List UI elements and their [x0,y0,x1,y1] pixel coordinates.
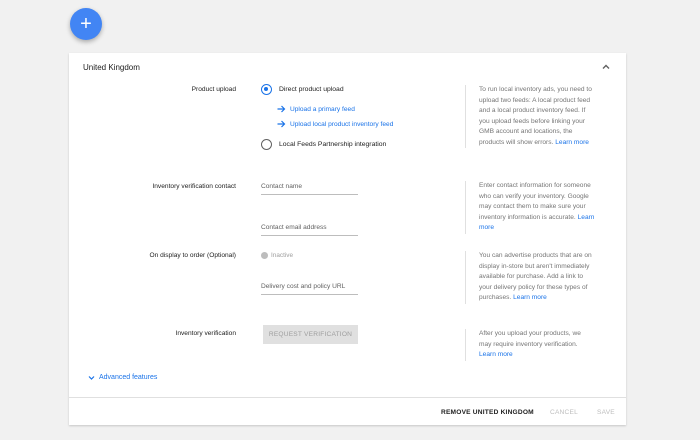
learn-more-link[interactable]: Learn more [555,139,589,146]
upload-inventory-feed-link[interactable]: Upload local product inventory feed [277,120,393,128]
inventory-verification-help-text: After you upload your products, we may r… [479,330,581,348]
inventory-contact-help-text: Enter contact information for someone wh… [479,182,591,221]
display-to-order-toggle[interactable]: Inactive [261,252,293,259]
arrow-right-icon [277,105,286,113]
cancel-button[interactable]: CANCEL [550,409,578,416]
card-header[interactable]: United Kingdom [69,53,626,81]
lfp-integration-radio[interactable] [261,139,272,150]
chevron-down-icon [88,375,95,380]
product-upload-help-text: To run local inventory ads, you need to … [479,86,592,146]
direct-upload-label: Direct product upload [279,86,344,93]
chevron-up-icon[interactable] [600,61,612,73]
product-upload-label: Product upload [191,86,236,93]
arrow-right-icon [277,120,286,128]
advanced-features-toggle[interactable]: Advanced features [88,374,157,381]
upload-primary-feed-text: Upload a primary feed [290,105,355,113]
save-button[interactable]: SAVE [597,409,615,416]
upload-primary-feed-link[interactable]: Upload a primary feed [277,105,355,113]
inventory-verification-label: Inventory verification [175,330,236,337]
direct-upload-radio[interactable] [261,84,272,95]
country-card: United Kingdom Product upload Direct pro… [69,53,626,425]
lfp-integration-label: Local Feeds Partnership integration [279,141,387,148]
display-to-order-label: On display to order (Optional) [149,252,237,259]
remove-country-button[interactable]: REMOVE UNITED KINGDOM [441,409,534,416]
product-upload-help: To run local inventory ads, you need to … [465,85,595,148]
add-button[interactable]: + [70,8,102,40]
toggle-knob [261,252,268,259]
inventory-contact-label: Inventory verification contact [152,183,236,190]
toggle-status: Inactive [271,252,294,259]
display-to-order-help: You can advertise products that are on d… [465,251,595,304]
inventory-contact-help: Enter contact information for someone wh… [465,181,595,234]
contact-email-input[interactable]: Contact email address [261,224,358,236]
plus-icon: + [80,13,92,35]
delivery-policy-url-input[interactable]: Delivery cost and policy URL [261,283,358,295]
upload-inventory-feed-text: Upload local product inventory feed [290,120,394,128]
card-title: United Kingdom [83,63,140,72]
card-footer: REMOVE UNITED KINGDOM CANCEL SAVE [69,397,626,425]
advanced-features-label: Advanced features [99,374,158,381]
learn-more-link[interactable]: Learn more [513,294,547,301]
inventory-verification-help: After you upload your products, we may r… [465,329,595,361]
request-verification-button[interactable]: REQUEST VERIFICATION [263,325,358,344]
learn-more-link[interactable]: Learn more [479,351,513,358]
contact-name-input[interactable]: Contact name [261,183,358,195]
